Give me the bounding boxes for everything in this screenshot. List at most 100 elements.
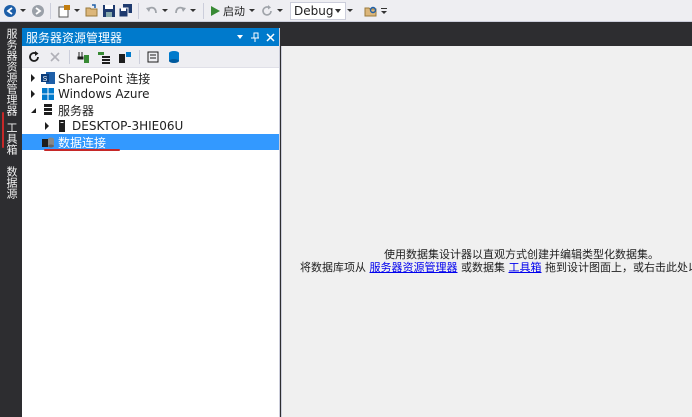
properties-button[interactable] xyxy=(145,49,161,65)
server-explorer-link[interactable]: 服务器资源管理器 xyxy=(370,261,458,274)
windows-azure-icon xyxy=(40,86,56,102)
server-icon xyxy=(40,102,56,118)
data-source-button[interactable] xyxy=(166,49,182,65)
svg-text:S: S xyxy=(43,76,48,83)
toolbox-link[interactable]: 工具箱 xyxy=(509,261,542,274)
new-project-dropdown[interactable] xyxy=(73,2,81,20)
properties-icon xyxy=(147,51,159,62)
toolbar-separator xyxy=(139,49,140,64)
chevron-down-icon xyxy=(347,9,353,12)
expand-toggle[interactable] xyxy=(28,70,38,86)
solution-configuration-value: Debug xyxy=(294,3,334,18)
close-panel-button[interactable] xyxy=(264,30,276,44)
customize-bar-icon xyxy=(381,7,387,9)
navigate-back-dropdown[interactable] xyxy=(19,2,27,20)
toolbar-separator xyxy=(203,2,204,19)
undo-dropdown[interactable] xyxy=(161,2,169,20)
dataset-designer-surface[interactable]: 使用数据集设计器以直观方式创建并编辑类型化数据集。 将数据库项从 服务器资源管理… xyxy=(281,46,692,417)
tree-node-windows-azure[interactable]: Windows Azure xyxy=(22,86,279,102)
tree-node-data-connections[interactable]: 数据连接 xyxy=(22,134,279,150)
toolbar-options-dropdown[interactable] xyxy=(380,2,388,20)
open-file-button[interactable] xyxy=(84,2,100,20)
designer-tab-bar xyxy=(281,28,692,46)
server-explorer-title: 服务器资源管理器 xyxy=(26,30,123,45)
stop-refresh-button[interactable] xyxy=(47,49,63,65)
save-all-button[interactable] xyxy=(118,2,134,20)
refresh-button[interactable] xyxy=(26,49,42,65)
chevron-down-icon xyxy=(162,9,168,12)
start-dropdown[interactable] xyxy=(248,2,256,20)
chevron-expanded-icon xyxy=(30,107,36,113)
forward-arrow-icon xyxy=(32,4,44,17)
connect-database-icon xyxy=(77,51,89,63)
chevron-down-icon xyxy=(20,9,26,12)
expand-toggle[interactable] xyxy=(42,118,52,134)
side-tab-data-sources[interactable]: 数据源 xyxy=(4,166,18,206)
side-tab-strip: 服务器资源管理器 工具箱 数据源 xyxy=(0,22,22,417)
chevron-down-icon xyxy=(335,8,341,13)
server-explorer-tree: S SharePoint 连接 Windows Azure 服务器 DESKTO… xyxy=(22,68,279,151)
toolbar-separator xyxy=(69,49,70,64)
back-arrow-icon xyxy=(4,4,16,17)
side-tab-toolbox[interactable]: 工具箱 xyxy=(4,122,18,158)
connect-azure-icon xyxy=(119,51,131,63)
find-in-files-icon xyxy=(364,6,377,16)
connect-to-azure-button[interactable] xyxy=(117,49,133,65)
navigate-back-button[interactable] xyxy=(2,2,18,20)
new-project-button[interactable] xyxy=(56,2,72,20)
redo-dropdown[interactable] xyxy=(189,2,197,20)
server-explorer-toolbar xyxy=(22,46,279,68)
data-connection-icon xyxy=(40,134,56,150)
play-icon xyxy=(211,5,220,16)
hint-text: 或数据集 xyxy=(461,261,505,274)
chevron-down-icon xyxy=(381,10,387,14)
hint-text: 拖到设计图面上，或右击此处以添加 xyxy=(545,261,692,274)
solution-configuration-select[interactable]: Debug xyxy=(290,1,346,20)
save-button[interactable] xyxy=(101,2,117,20)
refresh-icon xyxy=(262,4,272,16)
start-button-label: 启动 xyxy=(223,4,245,18)
close-icon xyxy=(265,32,275,42)
expand-toggle[interactable] xyxy=(28,86,38,102)
chevron-down-icon xyxy=(190,9,196,12)
tree-node-desktop-computer[interactable]: DESKTOP-3HIE06U xyxy=(22,118,279,134)
connect-server-icon xyxy=(98,51,110,64)
connect-to-database-button[interactable] xyxy=(75,49,91,65)
chevron-down-icon xyxy=(277,9,283,12)
auto-hide-button[interactable] xyxy=(249,30,261,44)
start-button[interactable]: 启动 xyxy=(209,2,247,20)
undo-icon xyxy=(146,6,157,13)
toolbar-separator xyxy=(138,2,139,19)
refresh-button[interactable] xyxy=(259,2,275,20)
redo-icon xyxy=(175,6,186,13)
computer-icon xyxy=(54,118,70,134)
tree-node-label: 服务器 xyxy=(58,103,95,118)
connect-to-server-button[interactable] xyxy=(96,49,112,65)
find-in-files-button[interactable] xyxy=(363,2,379,20)
configuration-dropdown[interactable] xyxy=(346,2,354,20)
window-position-button[interactable] xyxy=(234,30,246,44)
tree-node-sharepoint[interactable]: S SharePoint 连接 xyxy=(22,70,279,86)
tree-node-label: 数据连接 xyxy=(58,135,107,150)
toolbar-separator xyxy=(50,2,51,19)
chevron-right-icon xyxy=(31,74,35,82)
tree-node-label: SharePoint 连接 xyxy=(58,71,151,86)
server-explorer-title-bar: 服务器资源管理器 xyxy=(22,28,279,46)
collapse-toggle[interactable] xyxy=(28,102,38,118)
sharepoint-icon: S xyxy=(40,70,56,86)
refresh-dropdown[interactable] xyxy=(276,2,284,20)
save-icon xyxy=(103,4,115,17)
annotation-underline xyxy=(44,149,120,151)
hint-text: 将数据库项从 xyxy=(300,261,366,274)
undo-button[interactable] xyxy=(144,2,160,20)
chevron-right-icon xyxy=(45,122,49,130)
side-tab-server-explorer[interactable]: 服务器资源管理器 xyxy=(4,28,18,116)
database-icon xyxy=(169,50,179,63)
tree-node-label: Windows Azure xyxy=(58,87,150,101)
tree-node-servers[interactable]: 服务器 xyxy=(22,102,279,118)
chevron-right-icon xyxy=(31,90,35,98)
tree-node-label: DESKTOP-3HIE06U xyxy=(72,119,184,133)
redo-button[interactable] xyxy=(172,2,188,20)
server-explorer-panel: 服务器资源管理器 S SharePoint 连接 Windows Azure 服… xyxy=(22,28,280,417)
navigate-forward-button[interactable] xyxy=(30,2,46,20)
